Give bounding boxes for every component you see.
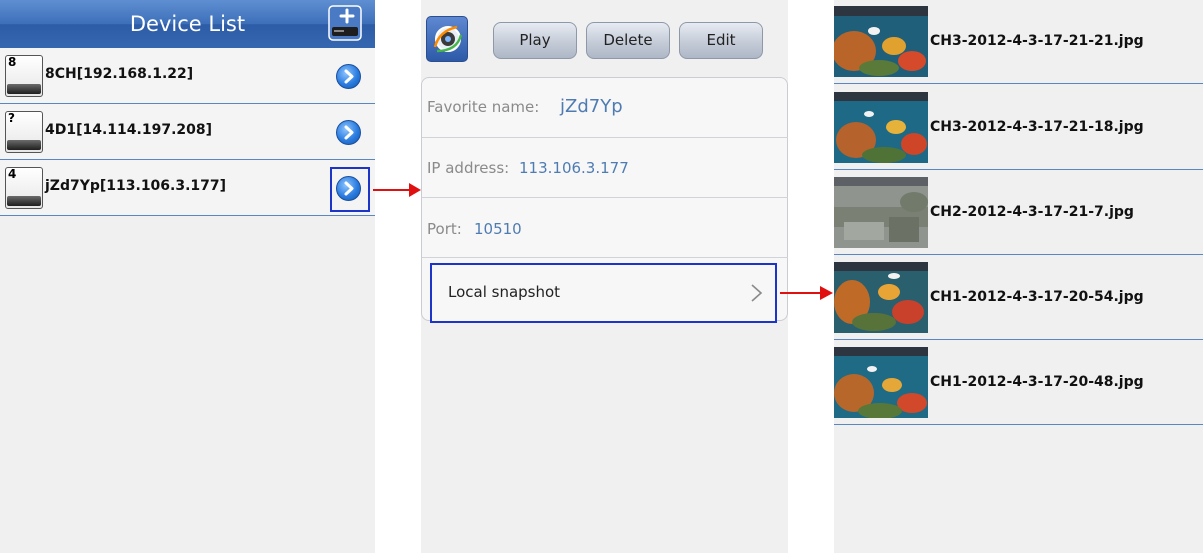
favorite-name-label: Favorite name: <box>427 98 540 116</box>
device-name: 8CH[192.168.1.22] <box>45 66 194 82</box>
ip-address-label: IP address: <box>427 159 510 177</box>
app-logo-button[interactable] <box>426 16 468 62</box>
snapshot-thumbnail <box>834 262 928 333</box>
flow-arrow <box>780 286 833 300</box>
device-row[interactable]: 4 jZd7Yp[113.106.3.177] <box>0 160 375 216</box>
channel-badge: ? <box>8 111 15 125</box>
snapshot-list-item[interactable]: CH1-2012-4-3-17-20-48.jpg <box>834 341 1203 425</box>
device-list-screen: Device List 8 8CH[192.168.1.22] ? 4D1[14… <box>0 0 375 553</box>
ip-address-row: IP address: 113.106.3.177 <box>422 138 788 198</box>
add-device-button[interactable] <box>328 5 362 41</box>
ip-address-value: 113.106.3.177 <box>519 159 629 177</box>
channel-badge: 8 <box>8 55 17 69</box>
flow-arrow <box>373 183 421 197</box>
dvr-icon: 8 <box>5 55 43 97</box>
port-value: 10510 <box>474 220 522 238</box>
snapshot-thumbnail <box>834 92 928 163</box>
device-detail-button[interactable] <box>336 64 361 89</box>
chevron-right-icon <box>344 125 354 140</box>
snapshot-thumbnail <box>834 6 928 77</box>
device-detail-screen: Play Delete Edit Favorite name: jZd7Yp I… <box>421 0 788 553</box>
channel-badge: 4 <box>8 167 17 181</box>
device-name: jZd7Yp[113.106.3.177] <box>45 178 227 194</box>
snapshot-filename: CH1-2012-4-3-17-20-48.jpg <box>930 374 1144 390</box>
device-detail-button[interactable] <box>336 120 361 145</box>
dvr-icon: ? <box>5 111 43 153</box>
snapshot-filename: CH2-2012-4-3-17-21-7.jpg <box>930 204 1134 220</box>
snapshot-list-item[interactable]: CH1-2012-4-3-17-20-54.jpg <box>834 256 1203 340</box>
detail-toolbar: Play Delete Edit <box>421 0 788 70</box>
device-list-title: Device List <box>129 12 246 36</box>
port-label: Port: <box>427 220 462 238</box>
highlight-box <box>330 167 370 212</box>
snapshot-thumbnail <box>834 347 928 418</box>
snapshot-filename: CH3-2012-4-3-17-21-18.jpg <box>930 119 1144 135</box>
favorite-name-value: jZd7Yp <box>560 96 623 117</box>
port-row: Port: 10510 <box>422 198 788 258</box>
snapshot-list-item[interactable]: CH3-2012-4-3-17-21-18.jpg <box>834 86 1203 170</box>
snapshot-thumbnail <box>834 177 928 248</box>
chevron-right-icon <box>344 69 354 84</box>
camera-app-icon <box>433 25 463 53</box>
local-snapshot-item[interactable]: Local snapshot <box>430 263 777 323</box>
play-button[interactable]: Play <box>493 22 577 59</box>
snapshot-list-item[interactable]: CH3-2012-4-3-17-21-21.jpg <box>834 0 1203 84</box>
device-row[interactable]: 8 8CH[192.168.1.22] <box>0 48 375 104</box>
edit-button[interactable]: Edit <box>679 22 763 59</box>
chevron-right-icon <box>751 284 763 302</box>
device-name: 4D1[14.114.197.208] <box>45 122 213 138</box>
snapshot-list-screen: CH3-2012-4-3-17-21-21.jpg CH3-2012-4-3-1… <box>834 0 1203 553</box>
delete-button[interactable]: Delete <box>586 22 670 59</box>
dvr-icon: 4 <box>5 167 43 209</box>
local-snapshot-label: Local snapshot <box>448 283 561 301</box>
device-row[interactable]: ? 4D1[14.114.197.208] <box>0 104 375 160</box>
snapshot-filename: CH1-2012-4-3-17-20-54.jpg <box>930 289 1144 305</box>
add-device-icon <box>328 5 362 41</box>
favorite-name-row: Favorite name: jZd7Yp <box>422 78 788 138</box>
snapshot-filename: CH3-2012-4-3-17-21-21.jpg <box>930 33 1144 49</box>
snapshot-list-item[interactable]: CH2-2012-4-3-17-21-7.jpg <box>834 171 1203 255</box>
